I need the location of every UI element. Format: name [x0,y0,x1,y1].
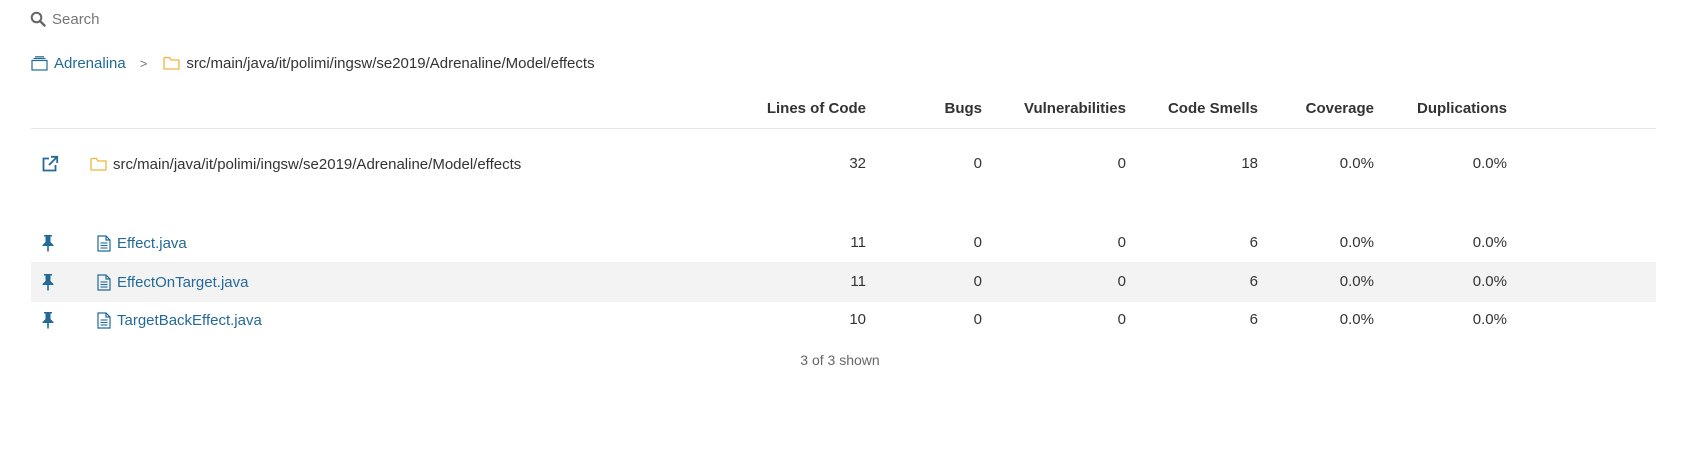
shown-count: 3 of 3 shown [800,352,880,368]
file-icon [97,311,111,329]
folder-icon [90,157,107,171]
cell-lines-of-code: 10 [849,311,866,328]
cell-duplications: 0.0% [1472,311,1507,328]
pin-icon[interactable] [41,300,55,340]
search-bar [30,6,352,32]
cell-coverage: 0.0% [1339,273,1374,290]
breadcrumb-project-link[interactable]: Adrenalina [54,55,126,72]
directory-name-cell: src/main/java/it/polimi/ingsw/se2019/Adr… [90,144,521,184]
file-icon [97,273,111,291]
cell-vulnerabilities: 0 [1117,311,1126,328]
file-link[interactable]: TargetBackEffect.java [117,312,262,329]
column-header-code-smells: Code Smells [1167,100,1258,117]
search-icon [30,11,46,27]
table-row: Effect.java 11 0 0 6 0.0% 0.0% [31,223,1656,263]
column-header-coverage: Coverage [1305,100,1374,117]
cell-lines-of-code: 11 [850,234,866,251]
column-header-duplications: Duplications [1416,100,1507,117]
breadcrumb: Adrenalina > src/main/java/it/polimi/ing… [31,52,595,74]
cell-code-smells: 18 [1241,155,1258,172]
external-link-icon[interactable] [41,144,59,184]
cell-bugs: 0 [973,155,982,172]
measures-table: Lines of Code Bugs Vulnerabilities Code … [31,86,1656,329]
file-name-cell: Effect.java [97,223,187,263]
cell-duplications: 0.0% [1472,273,1507,290]
table-row: TargetBackEffect.java 10 0 0 6 0.0% 0.0% [31,300,1656,340]
cell-vulnerabilities: 0 [1117,234,1126,251]
cell-duplications: 0.0% [1472,155,1507,172]
file-link[interactable]: EffectOnTarget.java [117,274,248,291]
cell-bugs: 0 [973,311,982,328]
file-icon [97,234,111,252]
pin-icon[interactable] [41,223,55,263]
project-icon [31,55,48,71]
column-header-bugs: Bugs [944,100,983,117]
cell-duplications: 0.0% [1472,234,1507,251]
table-row: EffectOnTarget.java 11 0 0 6 0.0% 0.0% [31,262,1656,302]
table-footer: 3 of 3 shown [0,352,1684,368]
cell-coverage: 0.0% [1339,234,1374,251]
pin-icon[interactable] [41,262,55,302]
file-name-cell: TargetBackEffect.java [97,300,262,340]
breadcrumb-separator: > [139,55,148,71]
cell-lines-of-code: 32 [849,155,866,172]
directory-row: src/main/java/it/polimi/ingsw/se2019/Adr… [31,144,1656,184]
cell-code-smells: 6 [1249,311,1258,328]
column-header-lines-of-code: Lines of Code [766,100,866,117]
cell-code-smells: 6 [1249,273,1258,290]
file-link[interactable]: Effect.java [117,235,187,252]
cell-bugs: 0 [973,273,982,290]
table-header: Lines of Code Bugs Vulnerabilities Code … [31,86,1656,129]
cell-coverage: 0.0% [1339,155,1374,172]
breadcrumb-current-path: src/main/java/it/polimi/ingsw/se2019/Adr… [186,54,595,72]
folder-icon [163,56,180,70]
cell-coverage: 0.0% [1339,311,1374,328]
column-header-vulnerabilities: Vulnerabilities [1024,100,1126,117]
cell-bugs: 0 [973,234,982,251]
cell-code-smells: 6 [1249,234,1258,251]
directory-name: src/main/java/it/polimi/ingsw/se2019/Adr… [113,155,522,173]
cell-lines-of-code: 11 [850,273,866,290]
file-name-cell: EffectOnTarget.java [97,262,248,302]
cell-vulnerabilities: 0 [1117,155,1126,172]
cell-vulnerabilities: 0 [1117,273,1126,290]
search-input[interactable] [46,10,352,28]
